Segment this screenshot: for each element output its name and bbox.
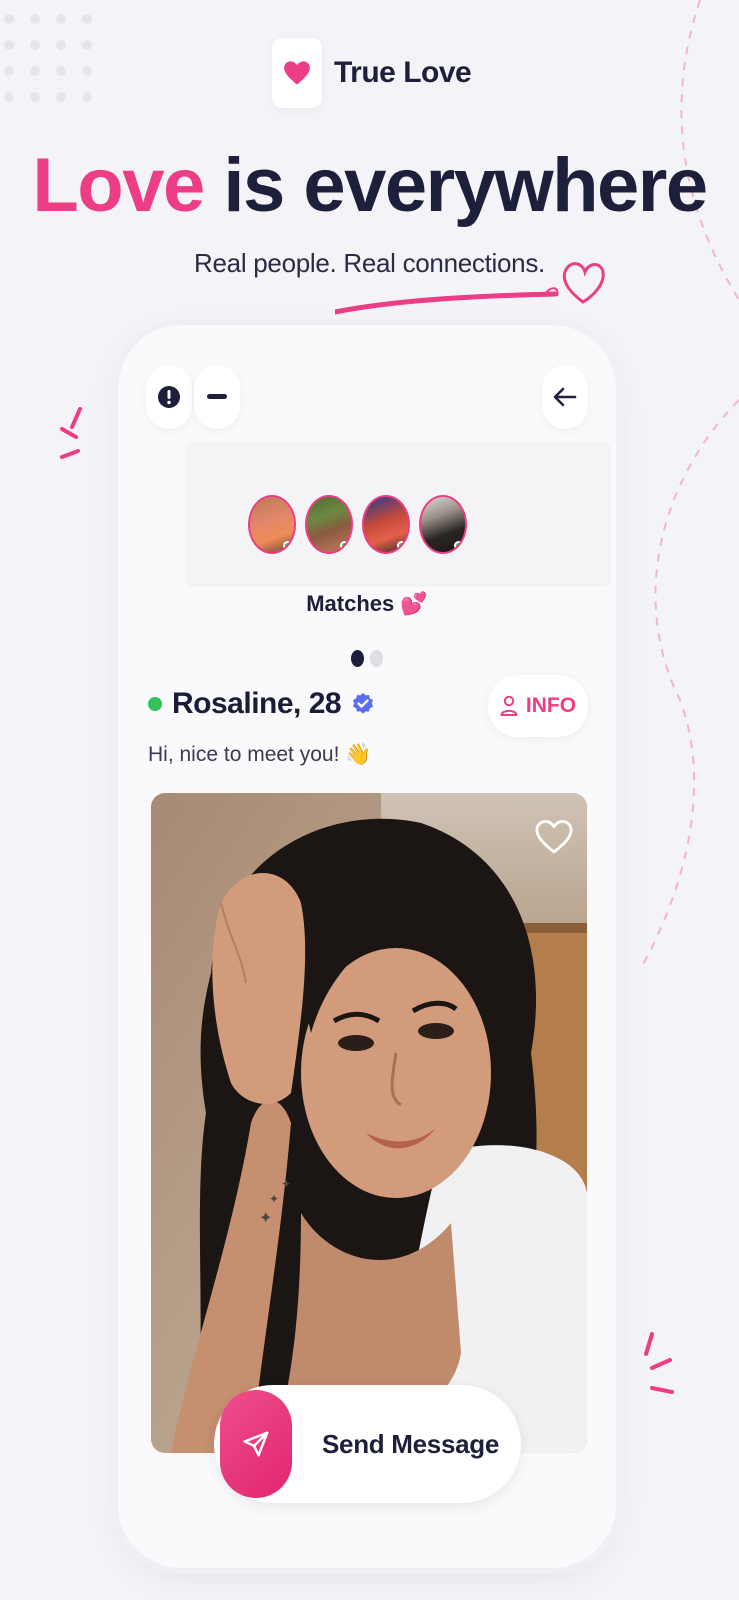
arrow-left-icon bbox=[553, 387, 577, 407]
profile-photo-illustration: ✦ ✦ ✦ bbox=[151, 793, 587, 1453]
svg-text:✦: ✦ bbox=[259, 1208, 272, 1227]
profile-photo[interactable]: ✦ ✦ ✦ bbox=[151, 793, 587, 1453]
online-indicator bbox=[454, 541, 463, 550]
info-button-label: INFO bbox=[525, 694, 577, 717]
phone-mockup: Matches 💕 Rosaline, 28 INFO Hi, nice to … bbox=[118, 325, 616, 1568]
decorative-sparkle-left bbox=[60, 407, 82, 459]
pager-dot[interactable] bbox=[370, 650, 383, 667]
online-indicator bbox=[283, 541, 292, 550]
heart-icon bbox=[284, 61, 310, 85]
pager-dot-active[interactable] bbox=[351, 650, 364, 667]
decorative-underline-heart bbox=[335, 262, 605, 315]
info-button[interactable]: INFO bbox=[488, 675, 588, 737]
profile-greeting: Hi, nice to meet you! 👋 bbox=[148, 743, 372, 766]
svg-text:✦: ✦ bbox=[281, 1177, 291, 1191]
headline-rest: is everywhere bbox=[203, 143, 708, 228]
report-button[interactable] bbox=[146, 365, 192, 429]
matches-label: Matches 💕 bbox=[306, 591, 428, 616]
decorative-dot-grid bbox=[4, 14, 92, 102]
exclamation-icon bbox=[158, 386, 180, 408]
send-icon-circle bbox=[220, 1390, 292, 1498]
online-indicator bbox=[397, 541, 406, 550]
brand-name: True Love bbox=[334, 56, 472, 89]
send-message-label: Send Message bbox=[322, 1428, 500, 1459]
match-avatar[interactable] bbox=[362, 495, 410, 554]
send-message-button[interactable]: Send Message bbox=[214, 1385, 521, 1503]
minus-icon bbox=[207, 394, 227, 399]
minus-button[interactable] bbox=[194, 365, 240, 429]
online-status-dot bbox=[148, 697, 162, 711]
profile-header: Rosaline, 28 bbox=[148, 687, 375, 721]
brand-logo bbox=[272, 38, 322, 108]
paper-plane-icon bbox=[243, 1431, 269, 1457]
match-avatar[interactable] bbox=[419, 495, 467, 554]
match-avatar[interactable] bbox=[305, 495, 353, 554]
user-icon bbox=[500, 695, 518, 716]
decorative-sparkle-right bbox=[644, 1332, 674, 1394]
svg-text:✦: ✦ bbox=[269, 1192, 279, 1206]
headline: Love is everywhere bbox=[0, 142, 739, 229]
online-indicator bbox=[340, 541, 349, 550]
match-avatar[interactable] bbox=[248, 495, 296, 554]
back-button[interactable] bbox=[542, 365, 588, 429]
profile-name: Rosaline, 28 bbox=[172, 687, 342, 720]
matches-pager bbox=[351, 650, 383, 667]
headline-accent: Love bbox=[32, 143, 205, 228]
brand-header: True Love bbox=[272, 38, 472, 108]
verified-badge-icon bbox=[353, 693, 374, 714]
matches-avatar-row bbox=[248, 495, 467, 554]
heart-outline-icon[interactable] bbox=[535, 817, 573, 857]
